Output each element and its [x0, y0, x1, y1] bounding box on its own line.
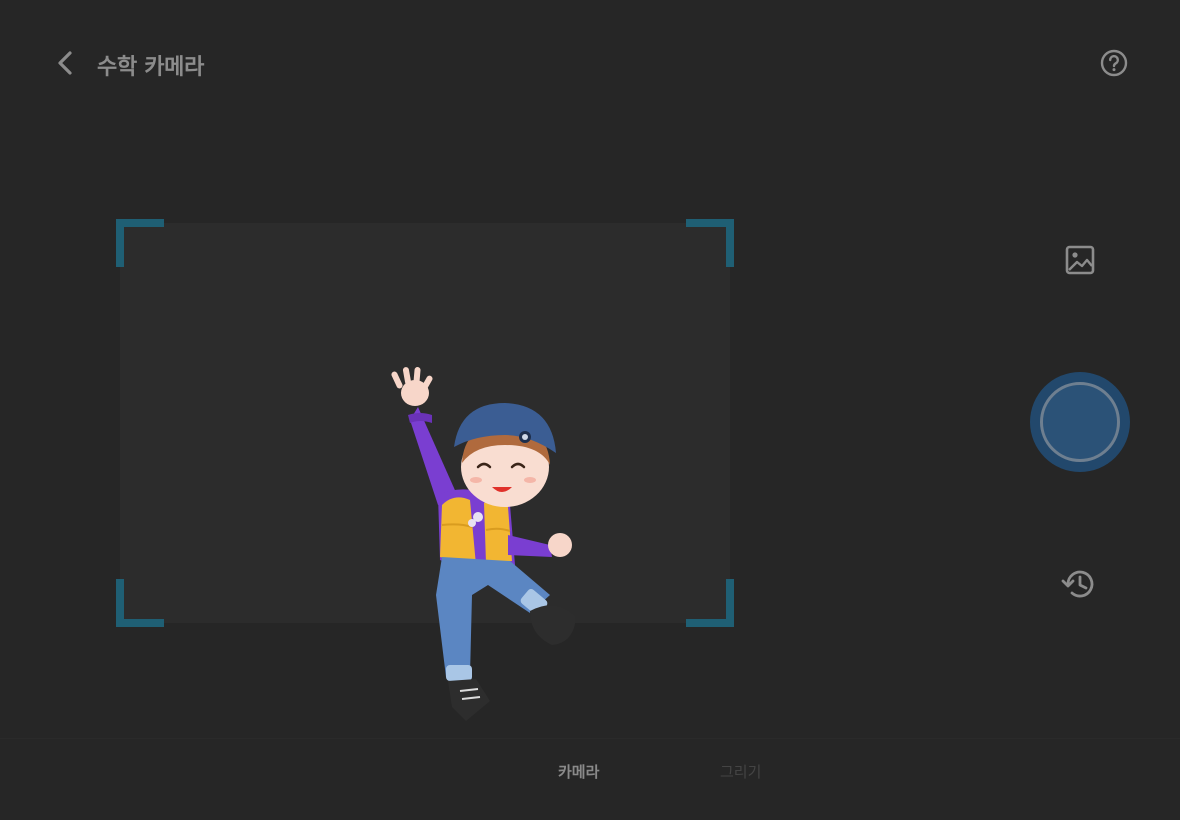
- tab-camera[interactable]: 카메라: [558, 761, 599, 782]
- tab-draw[interactable]: 그리기: [720, 761, 761, 782]
- chevron-left-icon: [58, 51, 72, 75]
- shutter-ring: [1040, 382, 1120, 462]
- mascot-character-illustration: [391, 367, 576, 721]
- question-circle-icon: [1100, 49, 1128, 77]
- page-title: 수학 카메라: [97, 55, 205, 80]
- viewfinder-corner-bottom-left: [116, 579, 164, 627]
- history-button[interactable]: [1059, 564, 1099, 604]
- image-icon: [1065, 245, 1095, 275]
- back-button[interactable]: [50, 47, 82, 79]
- bottom-mode-bar: 카메라 그리기: [0, 738, 1180, 820]
- shutter-button[interactable]: [1030, 372, 1130, 472]
- viewfinder-corner-top-left: [116, 219, 164, 267]
- gallery-button[interactable]: [1060, 240, 1100, 280]
- help-button[interactable]: [1099, 48, 1129, 78]
- viewfinder-corner-top-right: [686, 219, 734, 267]
- history-icon: [1061, 570, 1094, 598]
- header: 수학 카메라: [0, 0, 1180, 120]
- viewfinder-corner-bottom-right: [686, 579, 734, 627]
